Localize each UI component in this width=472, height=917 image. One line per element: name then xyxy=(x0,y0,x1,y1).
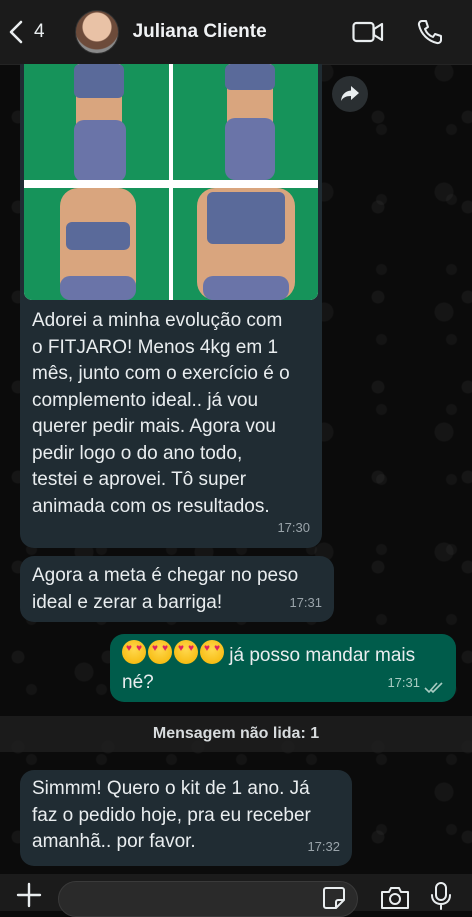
progress-photo-collage[interactable] xyxy=(24,64,318,300)
avatar[interactable] xyxy=(74,10,119,54)
message-composer xyxy=(0,874,472,917)
sticker-icon[interactable] xyxy=(322,886,346,910)
message-bubble-incoming[interactable]: Simmm! Quero o kit de 1 ano. Já faz o pe… xyxy=(20,770,352,866)
chat-header: 4 Juliana Cliente xyxy=(0,0,472,65)
message-input[interactable] xyxy=(58,881,358,917)
forward-button[interactable] xyxy=(332,76,368,112)
header-actions xyxy=(352,18,446,46)
message-bubble-incoming[interactable]: Agora a meta é chegar no peso ideal e ze… xyxy=(20,556,334,622)
heart-eyes-emoji-group xyxy=(122,640,224,664)
camera-icon[interactable] xyxy=(380,886,410,910)
photo-side-view xyxy=(173,64,318,180)
forward-icon xyxy=(341,86,359,101)
message-time: 17:31 xyxy=(387,674,420,690)
message-time: 17:30 xyxy=(277,519,310,535)
contact-name[interactable]: Juliana Cliente xyxy=(133,21,267,43)
heart-eyes-emoji-icon xyxy=(148,640,172,664)
unread-messages-divider: Mensagem não lida: 1 xyxy=(0,716,472,752)
unread-chats-count: 4 xyxy=(34,21,45,42)
plus-icon[interactable] xyxy=(16,882,42,908)
heart-eyes-emoji-icon xyxy=(122,640,146,664)
message-text: Agora a meta é chegar no peso ideal e ze… xyxy=(32,565,299,613)
double-check-icon xyxy=(424,682,443,694)
message-bubble-incoming[interactable]: Adorei a minha evolução com o FITJARO! M… xyxy=(20,64,322,548)
chat-area[interactable]: Adorei a minha evolução com o FITJARO! M… xyxy=(0,64,472,874)
photo-back-view xyxy=(24,188,169,300)
message-text: já posso mandar mais xyxy=(229,645,416,666)
heart-eyes-emoji-icon xyxy=(174,640,198,664)
back-chevron-icon xyxy=(9,20,23,44)
message-bubble-outgoing[interactable]: já posso mandar mais né? 17:31 xyxy=(110,634,456,702)
message-text: Adorei a minha evolução com o FITJARO! M… xyxy=(32,310,290,517)
message-time: 17:31 xyxy=(289,594,322,610)
photo-back-view xyxy=(173,188,318,300)
photo-side-view xyxy=(24,64,169,180)
heart-eyes-emoji-icon xyxy=(200,640,224,664)
phone-icon[interactable] xyxy=(414,18,446,46)
message-time: 17:32 xyxy=(307,838,340,854)
back-button[interactable]: 4 xyxy=(8,20,45,44)
microphone-icon[interactable] xyxy=(430,882,452,910)
message-text: Simmm! Quero o kit de 1 ano. Já faz o pe… xyxy=(32,778,311,852)
video-call-icon[interactable] xyxy=(352,18,384,46)
